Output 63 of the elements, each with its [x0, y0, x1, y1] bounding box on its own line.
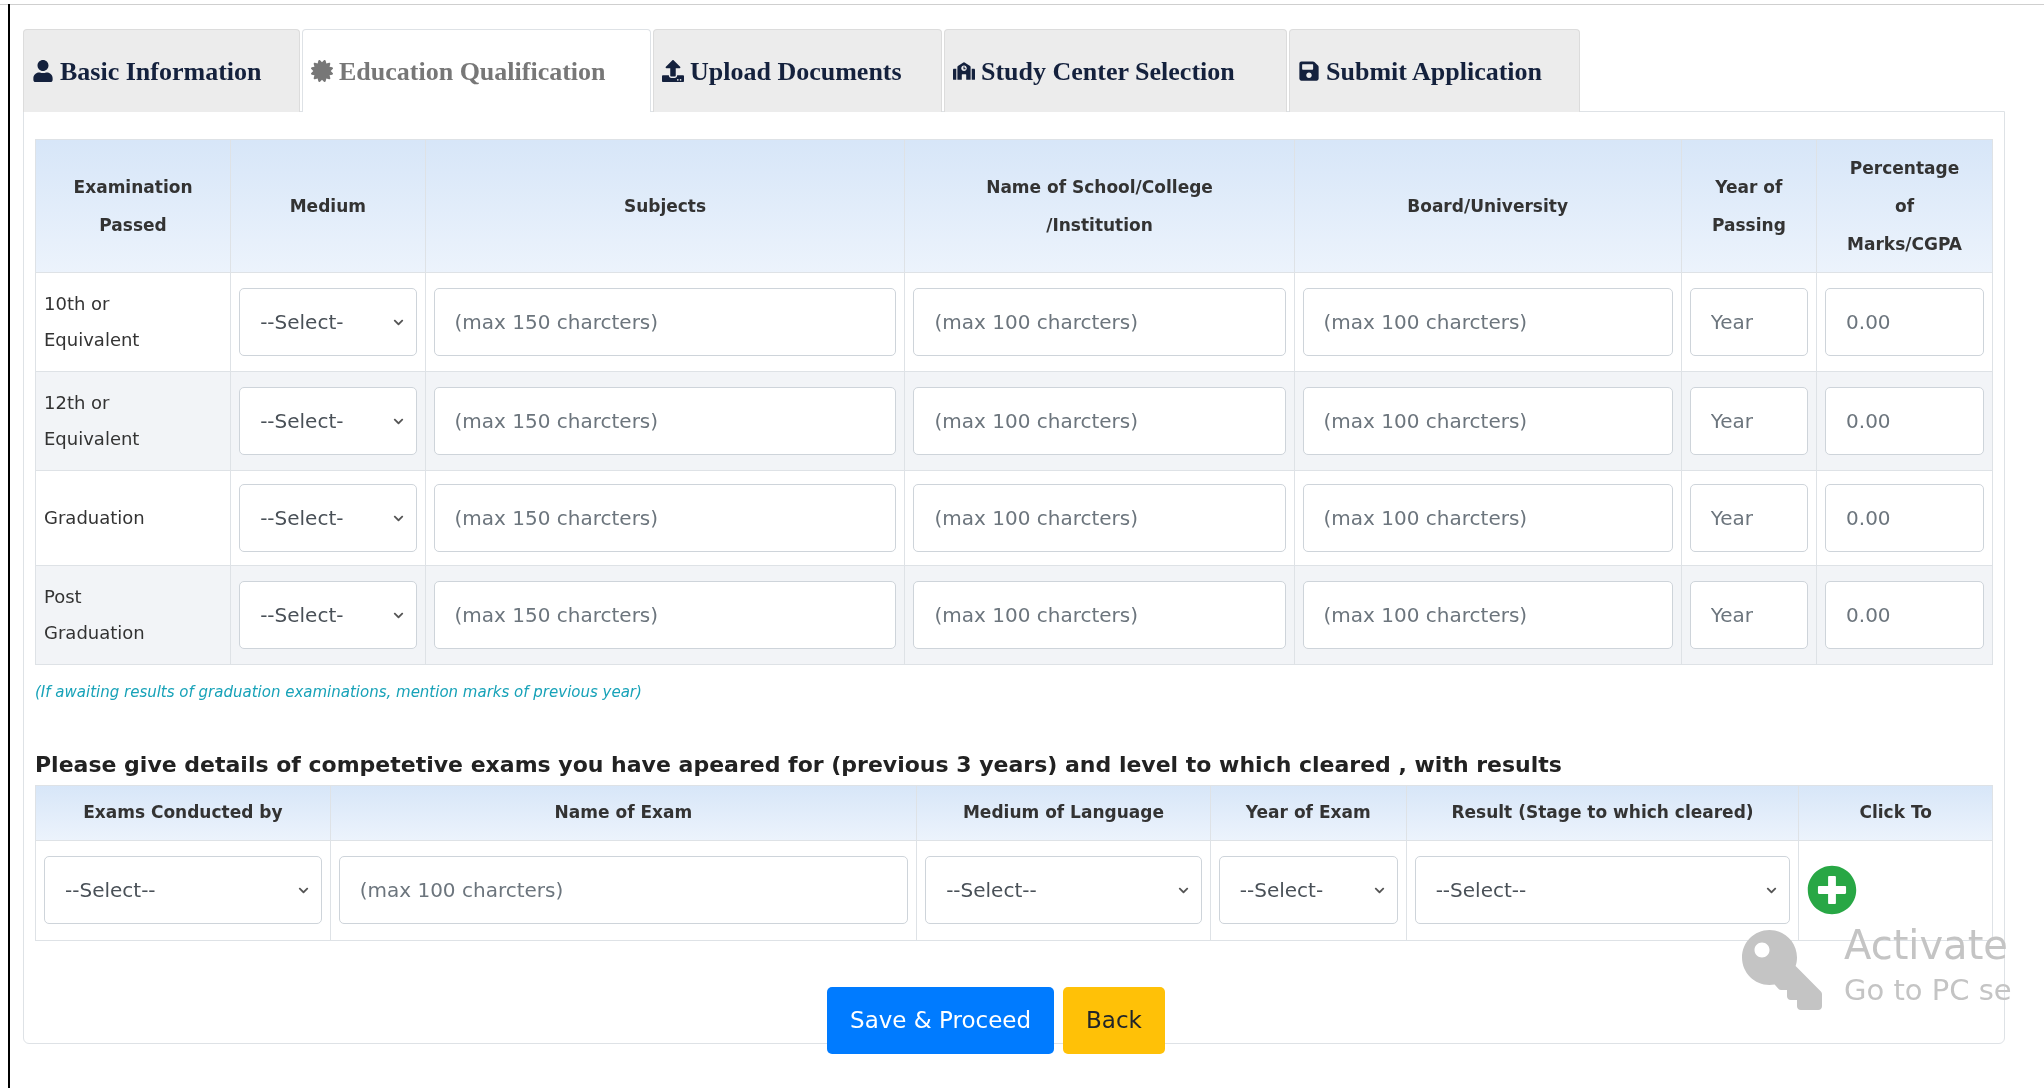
- school-field[interactable]: (max 100 charcters): [913, 484, 1286, 552]
- section-heading: Please give details of competetive exams you have apeared for (previous 3 years) and level to which cleared , with results: [35, 750, 1563, 779]
- medium-select[interactable]: --Select-: [239, 581, 417, 649]
- medium-select[interactable]: --Select-: [239, 484, 417, 552]
- board-field[interactable]: (max 100 charcters): [1302, 581, 1673, 649]
- percentage-field[interactable]: 0.00: [1825, 288, 1984, 356]
- board-field[interactable]: (max 100 charcters): [1302, 288, 1673, 356]
- tab[interactable]: Submit Application: [1289, 29, 1580, 112]
- badge-icon: [311, 60, 333, 82]
- save-button[interactable]: Save & Proceed: [827, 986, 1055, 1054]
- medium-select[interactable]: --Select-: [239, 288, 417, 356]
- exam-name-field[interactable]: (max 100 charcters): [338, 856, 909, 924]
- column-header: Exams Conducted by: [35, 785, 331, 840]
- result-select[interactable]: --Select--: [1414, 856, 1791, 924]
- column-header: Click To: [1798, 785, 1993, 840]
- upload-icon: [662, 60, 684, 82]
- conducted-by-select[interactable]: --Select--: [44, 856, 322, 924]
- percentage-field[interactable]: 0.00: [1825, 581, 1984, 649]
- exam-label: Post Graduation: [44, 585, 146, 645]
- percentage-field[interactable]: 0.00: [1825, 484, 1984, 552]
- add-button[interactable]: [1807, 865, 1858, 915]
- medium-select[interactable]: --Select-: [239, 387, 417, 455]
- exam-label: Graduation: [44, 506, 146, 530]
- year-field[interactable]: Year: [1689, 288, 1809, 356]
- back-button[interactable]: Back: [1063, 986, 1165, 1054]
- save-icon: [1298, 60, 1320, 82]
- column-header: Medium of Language: [916, 785, 1211, 840]
- board-field[interactable]: (max 100 charcters): [1302, 484, 1673, 552]
- note-text: (If awaiting results of graduation examinations, mention marks of previous year): [35, 682, 643, 703]
- column-header: Year of Exam: [1210, 785, 1407, 840]
- school-icon: [953, 60, 975, 82]
- tab[interactable]: Education Qualification: [302, 29, 651, 112]
- column-header: Subjects: [425, 139, 905, 273]
- column-header: Name of School/College /Institution: [905, 139, 1295, 273]
- school-field[interactable]: (max 100 charcters): [913, 581, 1286, 649]
- year-field[interactable]: Year: [1689, 387, 1809, 455]
- language-select[interactable]: --Select--: [925, 856, 1202, 924]
- year-field[interactable]: Year: [1689, 581, 1809, 649]
- school-field[interactable]: (max 100 charcters): [913, 387, 1286, 455]
- column-header: Percentage of Marks/CGPA: [1816, 139, 1993, 273]
- column-header: Name of Exam: [330, 785, 917, 840]
- activation-title: Activate: [1844, 921, 2009, 970]
- percentage-field[interactable]: 0.00: [1825, 387, 1984, 455]
- column-header: Examination Passed: [35, 139, 231, 273]
- exam-label: 10th or Equivalent: [44, 292, 141, 352]
- column-header: Board/University: [1294, 139, 1682, 273]
- year-select[interactable]: --Select-: [1218, 856, 1398, 924]
- tab[interactable]: Basic Information: [23, 29, 300, 112]
- exam-label: 12th or Equivalent: [44, 391, 141, 451]
- column-header: Year of Passing: [1681, 139, 1817, 273]
- user-icon: [32, 60, 54, 82]
- subjects-field[interactable]: (max 150 charcters): [433, 581, 897, 649]
- column-header: Result (Stage to which cleared): [1406, 785, 1799, 840]
- year-field[interactable]: Year: [1689, 484, 1809, 552]
- subjects-field[interactable]: (max 150 charcters): [433, 484, 897, 552]
- tab[interactable]: Upload Documents: [653, 29, 942, 112]
- subjects-field[interactable]: (max 150 charcters): [433, 288, 897, 356]
- tab[interactable]: Study Center Selection: [944, 29, 1287, 112]
- activation-subtitle: Go to PC se: [1844, 972, 2012, 1009]
- column-header: Medium: [230, 139, 426, 273]
- subjects-field[interactable]: (max 150 charcters): [433, 387, 897, 455]
- board-field[interactable]: (max 100 charcters): [1302, 387, 1673, 455]
- school-field[interactable]: (max 100 charcters): [913, 288, 1286, 356]
